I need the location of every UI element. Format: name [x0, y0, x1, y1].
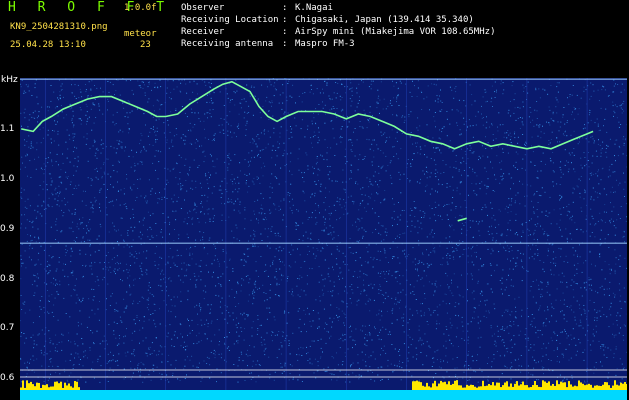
info-key-receiver: Receiver [181, 27, 225, 37]
spectrogram-plot [20, 78, 627, 400]
y-tick-label: 1.1 [0, 124, 15, 134]
info-value-antenna: Maspro FM-3 [295, 39, 355, 49]
y-tick-label: 1.0 [0, 174, 15, 184]
y-tick-label: 0.6 [0, 373, 15, 383]
info-colon: : [282, 27, 288, 37]
info-colon: : [282, 15, 288, 25]
meteor-count: 23 [140, 40, 151, 50]
filename-label: KN9_2504281310.png [10, 22, 108, 32]
y-tick-label: 0.7 [0, 323, 15, 333]
info-key-observer: Observer [181, 3, 225, 13]
y-tick-label: 0.8 [0, 274, 15, 284]
y-tick-label: 0.9 [0, 224, 15, 234]
plot-background [20, 78, 627, 400]
info-value-location: Chigasaki, Japan (139.414 35.340) [295, 15, 474, 25]
version-label: 1.0.0f [124, 3, 157, 13]
info-colon: : [282, 3, 288, 13]
timestamp-label: 25.04.28 13:10 [10, 40, 86, 50]
info-key-location: Receiving Location [181, 15, 279, 25]
info-value-observer: K.Nagai [295, 3, 333, 13]
info-colon: : [282, 39, 288, 49]
info-key-antenna: Receiving antenna [181, 39, 274, 49]
info-value-receiver: AirSpy mini (Miakejima VOR 108.65MHz) [295, 27, 496, 37]
baseline-band [20, 390, 627, 400]
y-axis-unit: kHz [1, 75, 18, 85]
meteor-label: meteor [124, 29, 157, 39]
